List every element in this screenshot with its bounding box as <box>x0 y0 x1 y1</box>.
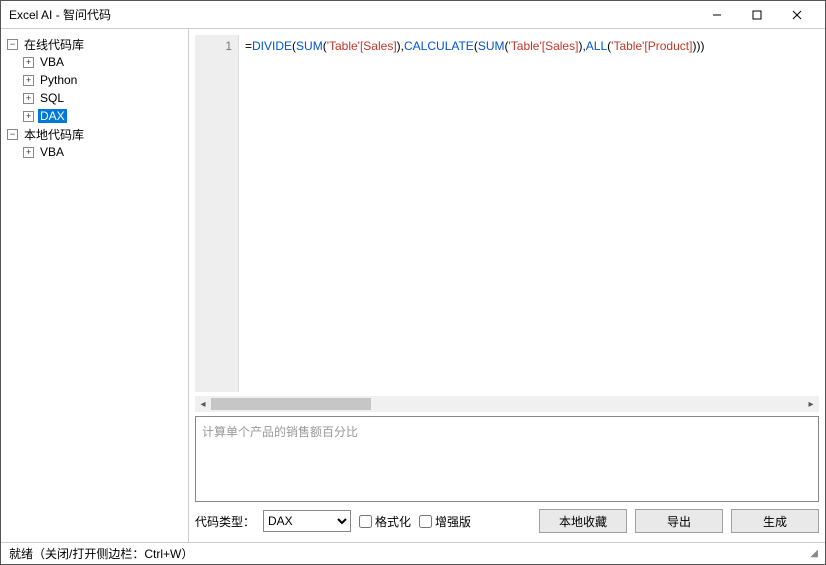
tree-local-root[interactable]: −本地代码库 <box>5 125 184 143</box>
scroll-right-icon[interactable]: ▸ <box>803 396 819 412</box>
tree-expander-icon[interactable]: + <box>23 147 34 158</box>
code-token: DIVIDE <box>252 39 292 53</box>
tree-online-sql[interactable]: + SQL <box>5 89 184 107</box>
enhanced-checkbox-wrap[interactable]: 增强版 <box>419 513 471 530</box>
enhanced-label: 增强版 <box>435 513 471 530</box>
tree-online-dax[interactable]: + DAX <box>5 107 184 125</box>
code-token: SUM <box>478 39 505 53</box>
status-bar: 就绪（关闭/打开侧边栏：Ctrl+W） ◢ <box>1 542 825 564</box>
line-gutter: 1 <box>195 35 239 392</box>
tree-local-vba[interactable]: + VBA <box>5 143 184 161</box>
titlebar[interactable]: Excel AI - 智问代码 <box>1 1 825 29</box>
app-window: Excel AI - 智问代码 −在线代码库+VBA+Python+SQL+DA… <box>0 0 826 565</box>
tree-expander-icon[interactable]: − <box>7 39 18 50</box>
favorite-button[interactable]: 本地收藏 <box>539 509 627 533</box>
code-token: ), <box>578 39 585 53</box>
code-token: ALL <box>586 39 607 53</box>
code-token: 'Table'[Sales] <box>508 39 578 53</box>
format-checkbox[interactable] <box>359 515 372 528</box>
tree-label[interactable]: VBA <box>38 55 66 69</box>
tree-label[interactable]: DAX <box>38 109 67 123</box>
window-body: −在线代码库+VBA+Python+SQL+DAX−本地代码库+VBA 1 =D… <box>1 29 825 542</box>
tree-expander-icon[interactable]: − <box>7 129 18 140</box>
tree-online-root[interactable]: −在线代码库 <box>5 35 184 53</box>
window-title: Excel AI - 智问代码 <box>9 6 697 23</box>
prompt-input[interactable]: 计算单个产品的销售额百分比 <box>195 416 819 502</box>
scroll-left-icon[interactable]: ◂ <box>195 396 211 412</box>
code-type-label: 代码类型： <box>195 513 255 530</box>
code-token: SUM <box>296 39 323 53</box>
sidebar-tree[interactable]: −在线代码库+VBA+Python+SQL+DAX−本地代码库+VBA <box>1 29 189 542</box>
code-token: 'Table'[Sales] <box>327 39 397 53</box>
format-label: 格式化 <box>375 513 411 530</box>
export-button[interactable]: 导出 <box>635 509 723 533</box>
enhanced-checkbox[interactable] <box>419 515 432 528</box>
window-buttons <box>697 1 817 28</box>
scroll-track[interactable] <box>211 396 803 412</box>
main-panel: 1 =DIVIDE(SUM('Table'[Sales]),CALCULATE(… <box>189 29 825 542</box>
status-text: 就绪（关闭/打开侧边栏：Ctrl+W） <box>9 545 193 562</box>
tree-label[interactable]: VBA <box>38 145 66 159</box>
tree-label[interactable]: Python <box>38 73 79 87</box>
horizontal-scrollbar[interactable]: ◂ ▸ <box>195 396 819 412</box>
generate-button[interactable]: 生成 <box>731 509 819 533</box>
line-number: 1 <box>201 39 232 53</box>
code-token: ))) <box>692 39 704 53</box>
code-editor[interactable]: 1 =DIVIDE(SUM('Table'[Sales]),CALCULATE(… <box>195 35 819 392</box>
format-checkbox-wrap[interactable]: 格式化 <box>359 513 411 530</box>
tree-expander-icon[interactable]: + <box>23 111 34 122</box>
close-button[interactable] <box>777 1 817 28</box>
code-area[interactable]: =DIVIDE(SUM('Table'[Sales]),CALCULATE(SU… <box>239 35 819 392</box>
maximize-button[interactable] <box>737 1 777 28</box>
scroll-thumb[interactable] <box>211 398 371 410</box>
code-token: 'Table'[Product] <box>611 39 692 53</box>
code-type-select[interactable]: DAX <box>263 510 351 532</box>
tree-online-python[interactable]: + Python <box>5 71 184 89</box>
tree-online-vba[interactable]: + VBA <box>5 53 184 71</box>
controls-row: 代码类型： DAX 格式化 增强版 本地收藏 导出 生成 <box>195 506 819 536</box>
tree-expander-icon[interactable]: + <box>23 75 34 86</box>
prompt-placeholder: 计算单个产品的销售额百分比 <box>202 425 358 439</box>
code-token: ), <box>397 39 404 53</box>
code-token: CALCULATE <box>404 39 474 53</box>
tree-label[interactable]: 本地代码库 <box>22 126 86 143</box>
tree-label[interactable]: 在线代码库 <box>22 36 86 53</box>
minimize-button[interactable] <box>697 1 737 28</box>
tree-label[interactable]: SQL <box>38 91 66 105</box>
code-token: = <box>245 39 252 53</box>
tree-expander-icon[interactable]: + <box>23 57 34 68</box>
resize-grip-icon[interactable]: ◢ <box>810 548 817 559</box>
tree-expander-icon[interactable]: + <box>23 93 34 104</box>
